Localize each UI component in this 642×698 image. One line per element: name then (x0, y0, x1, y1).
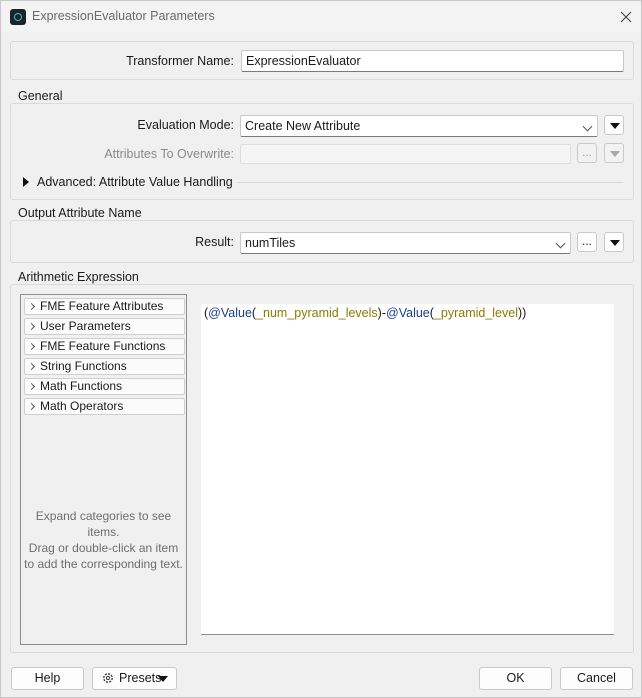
triangle-down-icon (610, 240, 620, 246)
result-value: numTiles (245, 236, 296, 250)
triangle-down-icon (610, 151, 620, 157)
chevron-down-icon (555, 238, 566, 249)
category-panel: FME Feature Attributes User Parameters F… (20, 294, 187, 645)
ok-button[interactable]: OK (479, 667, 552, 690)
chevron-right-icon (27, 382, 36, 391)
evaluation-mode-select[interactable]: Create New Attribute (240, 115, 598, 137)
chevron-right-icon (27, 322, 36, 331)
transformer-name-label: Transformer Name: (126, 54, 234, 68)
category-math-operators[interactable]: Math Operators (24, 398, 185, 415)
chevron-right-icon (27, 362, 36, 371)
category-label: User Parameters (40, 319, 131, 333)
result-ellipsis-button[interactable]: ... (577, 232, 597, 252)
evaluation-mode-menu-button[interactable] (604, 115, 624, 135)
close-icon[interactable] (615, 6, 637, 28)
category-fme-feature-attributes[interactable]: FME Feature Attributes (24, 298, 185, 315)
transformer-name-group: Transformer Name: ExpressionEvaluator (10, 41, 634, 80)
fme-app-icon (10, 9, 26, 25)
chevron-right-icon (27, 302, 36, 311)
expr-function: @Value (208, 306, 252, 320)
expression-editor[interactable]: (@Value(_num_pyramid_levels)-@Value(_pyr… (201, 304, 614, 635)
window-title: ExpressionEvaluator Parameters (32, 9, 215, 23)
category-fme-feature-functions[interactable]: FME Feature Functions (24, 338, 185, 355)
presets-label: Presets (119, 671, 162, 685)
category-user-parameters[interactable]: User Parameters (24, 318, 185, 335)
result-menu-button[interactable] (604, 232, 624, 252)
expr-attribute: _pyramid_level (433, 306, 518, 320)
hint-line: Drag or double-click an item (28, 541, 179, 555)
category-string-functions[interactable]: String Functions (24, 358, 185, 375)
chevron-down-icon (582, 121, 593, 132)
hint-line: Expand categories to see items. (35, 509, 172, 539)
chevron-right-icon (27, 342, 36, 351)
output-attribute-group-title: Output Attribute Name (18, 206, 142, 220)
category-label: FME Feature Functions (40, 339, 166, 353)
hint-line: to add the corresponding text. (24, 557, 183, 571)
expression-text: (@Value(_num_pyramid_levels)-@Value(_pyr… (204, 306, 526, 320)
result-select[interactable]: numTiles (240, 232, 571, 254)
attributes-to-overwrite-menu-button (604, 143, 624, 163)
expr-function: @Value (386, 306, 430, 320)
triangle-right-icon (23, 176, 29, 187)
triangle-down-icon (158, 676, 168, 682)
cancel-button[interactable]: Cancel (560, 667, 633, 690)
category-label: Math Functions (40, 379, 123, 393)
expr-paren: ) (522, 306, 527, 320)
evaluation-mode-label: Evaluation Mode: (137, 118, 234, 132)
triangle-down-icon (610, 123, 620, 129)
chevron-right-icon (27, 402, 36, 411)
attributes-to-overwrite-field (240, 144, 571, 164)
category-label: String Functions (40, 359, 127, 373)
gear-icon (103, 673, 113, 683)
dialog-window: ExpressionEvaluator Parameters Transform… (0, 0, 642, 698)
category-label: FME Feature Attributes (40, 299, 164, 313)
transformer-name-field[interactable]: ExpressionEvaluator (241, 50, 624, 72)
result-label: Result: (195, 235, 234, 249)
attributes-to-overwrite-label: Attributes To Overwrite: (104, 147, 234, 161)
expr-attribute: _num_pyramid_levels (256, 306, 378, 320)
arithmetic-expression-group-title: Arithmetic Expression (18, 270, 139, 284)
category-math-functions[interactable]: Math Functions (24, 378, 185, 395)
attributes-to-overwrite-ellipsis-button: ... (577, 143, 597, 163)
help-button[interactable]: Help (11, 667, 84, 690)
advanced-attribute-value-handling-expander[interactable]: Advanced: Attribute Value Handling (23, 175, 233, 189)
category-label: Math Operators (40, 399, 124, 413)
title-bar: ExpressionEvaluator Parameters (1, 1, 641, 32)
evaluation-mode-value: Create New Attribute (245, 119, 361, 133)
presets-button[interactable]: Presets (92, 667, 177, 690)
general-group-title: General (18, 89, 63, 103)
category-hint: Expand categories to see items. Drag or … (21, 508, 186, 572)
advanced-label: Advanced: Attribute Value Handling (37, 175, 233, 189)
advanced-divider (237, 182, 623, 183)
